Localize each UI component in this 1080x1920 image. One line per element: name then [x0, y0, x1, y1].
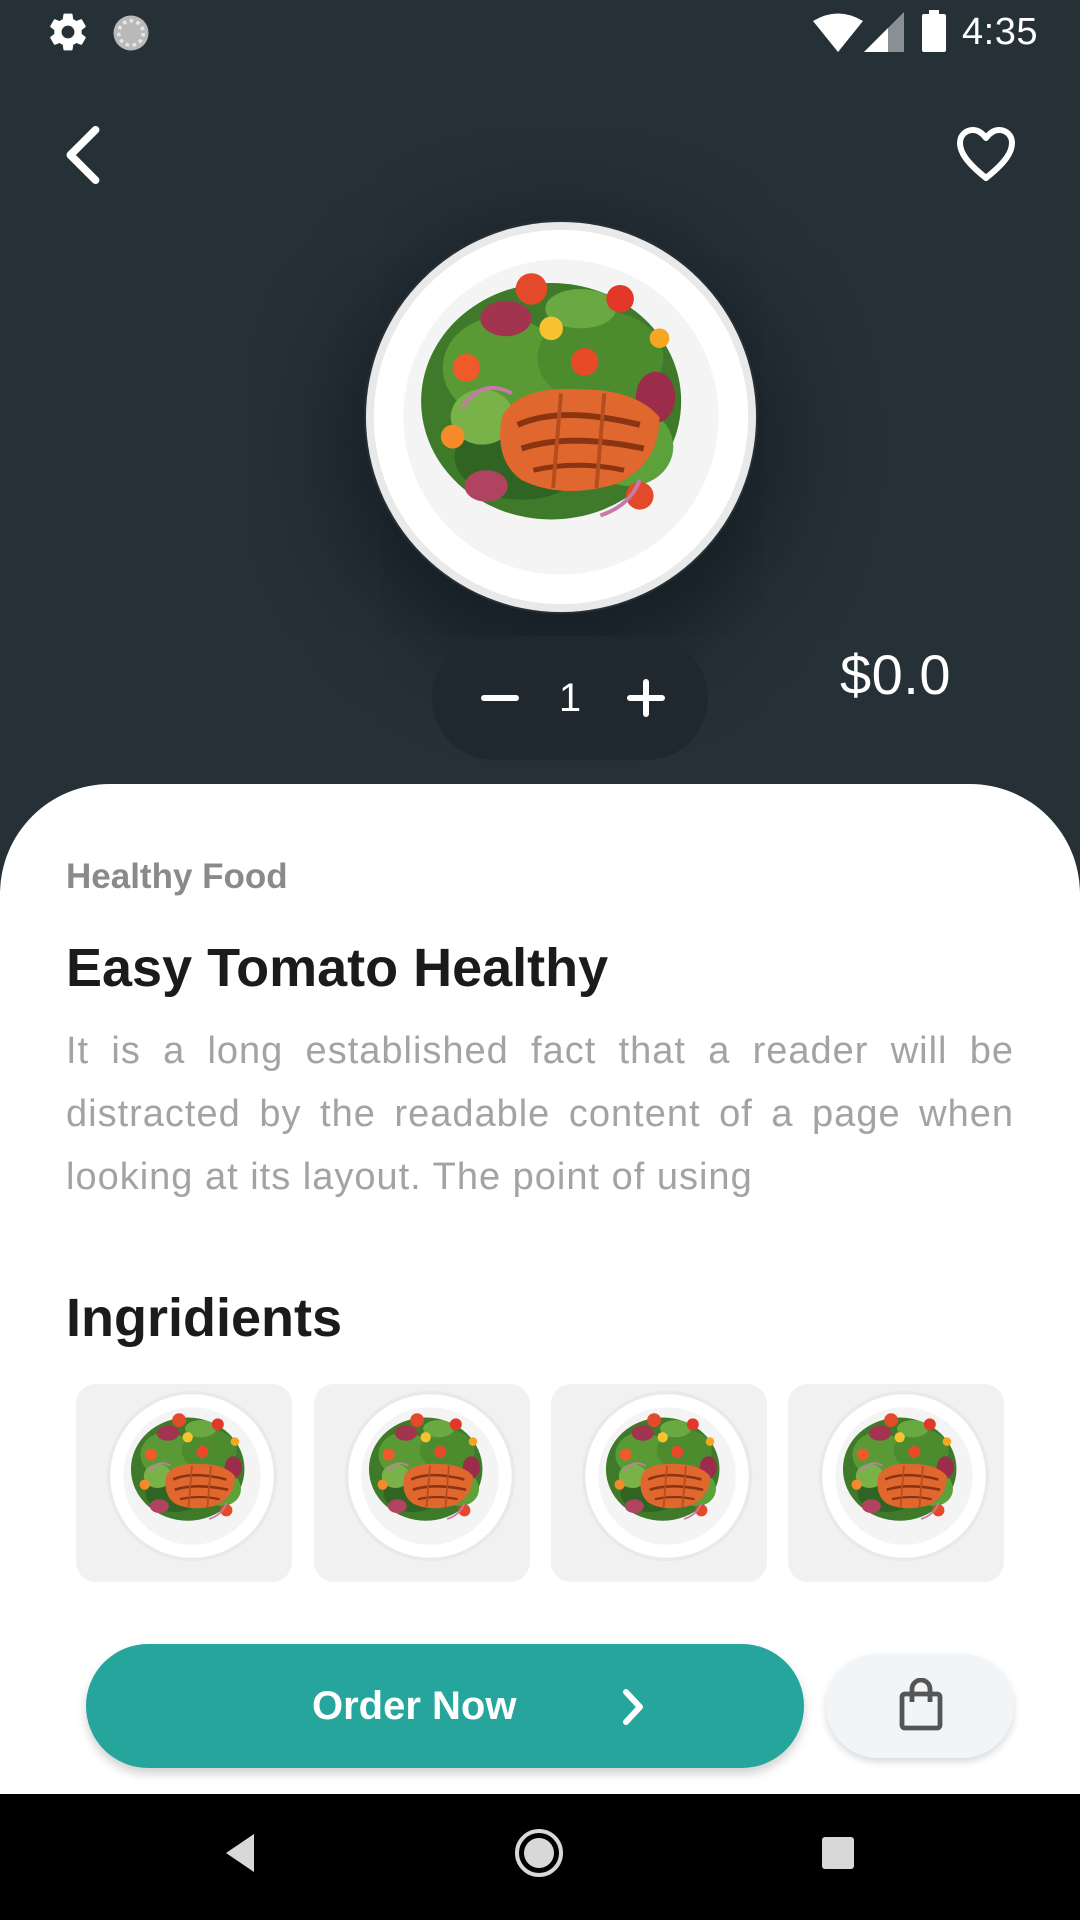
signal-icon: [864, 12, 904, 52]
back-button[interactable]: [60, 124, 104, 186]
square-recents-icon[interactable]: [821, 1836, 855, 1870]
minus-icon[interactable]: [472, 670, 528, 726]
category-label: Healthy Food: [66, 857, 288, 896]
product-image: [364, 220, 758, 614]
salmon-salad-plate-image: [581, 1390, 753, 1562]
salmon-salad-plate-image: [364, 220, 758, 614]
clock: 4:35: [962, 11, 1038, 53]
salmon-salad-plate-image: [106, 1390, 278, 1562]
quantity-value: 1: [558, 676, 582, 720]
plus-icon[interactable]: [618, 670, 674, 726]
salmon-salad-plate-image: [344, 1390, 516, 1562]
gear-icon: [50, 13, 86, 51]
ingredient-card[interactable]: [314, 1384, 530, 1582]
ingredients-heading: Ingridients: [66, 1288, 343, 1348]
food-detail-screen: 4:35 1 $0.0 Healthy Food Easy Tomato Hea…: [0, 0, 1080, 1920]
navigation-bar: [0, 1794, 1080, 1920]
triangle-back-icon[interactable]: [222, 1830, 258, 1876]
circle-home-icon[interactable]: [514, 1828, 564, 1878]
favorite-heart-icon[interactable]: [954, 124, 1018, 184]
product-description: It is a long established fact that a rea…: [66, 1030, 1014, 1198]
ingredient-card[interactable]: [551, 1384, 767, 1582]
ingredient-card[interactable]: [788, 1384, 1004, 1582]
status-bar: 4:35: [0, 0, 1080, 64]
order-now-label: Order Now: [312, 1684, 517, 1728]
chevron-right-icon: [623, 1689, 643, 1725]
order-now-button[interactable]: Order Now: [86, 1644, 804, 1768]
cart-button[interactable]: [826, 1654, 1014, 1758]
wifi-icon: [813, 13, 863, 52]
battery-icon: [922, 10, 946, 52]
salmon-salad-plate-image: [818, 1390, 990, 1562]
details-sheet: Healthy Food Easy Tomato Healthy It is a…: [0, 784, 1080, 1794]
product-title: Easy Tomato Healthy: [66, 938, 609, 998]
price: $0.0: [840, 643, 951, 706]
ingredient-card[interactable]: [76, 1384, 292, 1582]
shopping-bag-icon: [899, 1678, 943, 1731]
ingredients-list: [76, 1384, 1006, 1582]
sync-icon: [113, 15, 149, 51]
quantity-stepper: 1: [432, 636, 708, 760]
